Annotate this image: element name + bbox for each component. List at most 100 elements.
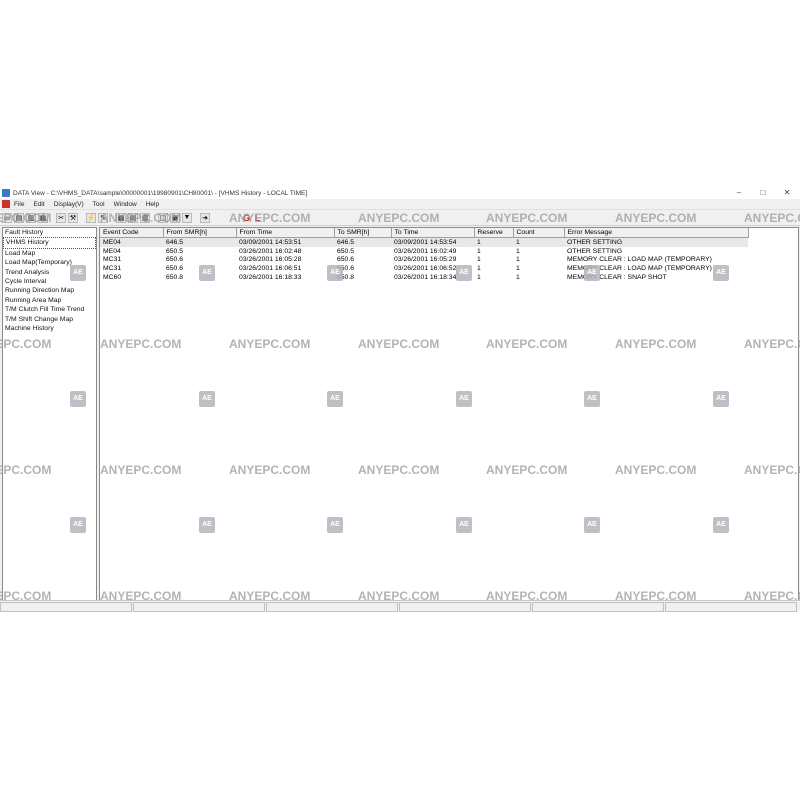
menu-display[interactable]: Display(V): [54, 201, 84, 208]
cell-reserve: 1: [477, 265, 481, 273]
menu-window[interactable]: Window: [114, 201, 137, 208]
menu-edit[interactable]: Edit: [33, 201, 44, 208]
cell-event-code: MC31: [103, 256, 122, 264]
nav-item-running-direction-map[interactable]: Running Direction Map: [3, 286, 96, 295]
cell-error-message: MEMORY CLEAR : SNAP SHOT: [567, 274, 667, 282]
table-header-row: Event Code From SMR[h] From Time To SMR[…: [100, 228, 749, 238]
cell-to-time: 03/26/2001 16:05:29: [394, 256, 457, 264]
item-list-panel: Fault History VHMS History Load Map Load…: [2, 227, 97, 601]
table-row[interactable]: MC31 650.6 03/26/2001 16:06:51 650.6 03/…: [100, 264, 748, 273]
column-header-from-smr[interactable]: From SMR[h]: [163, 228, 237, 238]
cell-event-code: ME04: [100, 237, 163, 247]
menu-tool[interactable]: Tool: [93, 201, 105, 208]
grid-icon[interactable]: ▦: [116, 212, 126, 223]
status-cell: [133, 602, 265, 612]
cell-count: 1: [516, 274, 520, 282]
toolbar: ▭ ▤ ▥ ▦ ✂ ⚒ ⚡ ✎ ▦ ▤ ▥ ▢ ▣ ▼ ➜ G L: [0, 209, 800, 226]
cell-reserve: 1: [474, 237, 513, 247]
pin-icon[interactable]: ✎: [98, 212, 108, 223]
cell-error-message: MEMORY CLEAR : LOAD MAP (TEMPORARY): [567, 265, 712, 273]
cell-reserve: 1: [477, 256, 481, 264]
window-title: DATA View - C:\VHMS_DATA\sample\00000001…: [13, 189, 308, 197]
nav-item-trend-analysis[interactable]: Trend Analysis: [3, 268, 96, 277]
nav-item-running-area-map[interactable]: Running Area Map: [3, 296, 96, 305]
nav-item-cycle-interval[interactable]: Cycle Interval: [3, 277, 96, 286]
cell-reserve: 1: [477, 274, 481, 282]
column-header-from-time[interactable]: From Time: [236, 228, 335, 238]
save-icon[interactable]: ▦: [38, 212, 48, 223]
cell-event-code: MC31: [103, 265, 122, 273]
cell-from-time: 03/26/2001 16:02:48: [239, 247, 302, 255]
cell-to-smr: 650.5: [337, 247, 355, 255]
table-icon[interactable]: ▤: [128, 212, 138, 223]
history-table: Event Code From SMR[h] From Time To SMR[…: [100, 228, 749, 282]
cut-icon[interactable]: ✂: [56, 212, 66, 223]
cell-count: 1: [516, 247, 520, 255]
menu-help[interactable]: Help: [146, 201, 159, 208]
column-header-to-time[interactable]: To Time: [391, 228, 475, 238]
cell-reserve: 1: [477, 247, 481, 255]
status-cell: [399, 602, 531, 612]
cell-event-code: MC60: [103, 274, 122, 282]
cell-from-smr: 650.6: [166, 265, 184, 273]
print-preview-icon[interactable]: ▥: [26, 212, 36, 223]
nav-item-fault-history[interactable]: Fault History: [3, 228, 96, 237]
minimize-button[interactable]: –: [728, 187, 750, 199]
column-header-count[interactable]: Count: [513, 228, 565, 238]
cascade-icon[interactable]: ▣: [170, 212, 180, 223]
chart-icon[interactable]: ▥: [140, 212, 150, 223]
document-icon[interactable]: [2, 200, 10, 208]
cell-error-message: OTHER SETTING: [564, 237, 748, 247]
column-header-event-code[interactable]: Event Code: [100, 228, 164, 238]
local-time-button[interactable]: L: [253, 213, 262, 223]
cell-from-smr: 650.5: [166, 247, 184, 255]
nav-item-tm-clutch-fill-time-trend[interactable]: T/M Clutch Fill Time Trend: [3, 305, 96, 314]
status-cell: [665, 602, 797, 612]
nav-item-machine-history[interactable]: Machine History: [3, 324, 96, 333]
close-button[interactable]: ✕: [776, 187, 798, 199]
window-icon[interactable]: ▢: [158, 212, 168, 223]
cell-count: 1: [516, 265, 520, 273]
status-cell: [266, 602, 398, 612]
cell-from-smr: 646.5: [163, 237, 236, 247]
nav-item-tm-shift-change-map[interactable]: T/M Shift Change Map: [3, 315, 96, 324]
title-bar: DATA View - C:\VHMS_DATA\sample\00000001…: [0, 187, 800, 199]
cell-to-time: 03/09/2001 14:53:54: [391, 237, 474, 247]
column-header-reserve[interactable]: Reserve: [474, 228, 514, 238]
column-header-to-smr[interactable]: To SMR[h]: [334, 228, 392, 238]
lightning-icon[interactable]: ⚡: [86, 212, 96, 223]
cell-error-message: OTHER SETTING: [567, 247, 623, 255]
nav-item-load-map-temporary[interactable]: Load Map(Temporary): [3, 258, 96, 267]
app-icon: [2, 189, 10, 197]
maximize-button[interactable]: □: [752, 187, 774, 199]
cell-from-time: 03/26/2001 16:05:28: [239, 256, 302, 264]
cell-to-smr: 650.6: [337, 265, 355, 273]
cell-to-smr: 650.6: [337, 256, 355, 264]
menu-bar: File Edit Display(V) Tool Window Help: [0, 199, 800, 209]
global-time-button[interactable]: G: [242, 213, 251, 223]
cell-count: 1: [513, 237, 564, 247]
data-view-window: DATA View - C:\VHMS_DATA\sample\00000001…: [0, 187, 800, 612]
table-row[interactable]: MC60 650.8 03/26/2001 16:18:33 650.8 03/…: [100, 273, 748, 282]
cell-event-code: ME04: [103, 247, 121, 255]
table-row[interactable]: ME04 650.5 03/26/2001 16:02:48 650.5 03/…: [100, 247, 748, 256]
filter-icon[interactable]: ▼: [182, 212, 192, 223]
cell-from-time: 03/26/2001 16:06:51: [239, 265, 302, 273]
cell-from-time: 03/09/2001 14:53:51: [236, 237, 334, 247]
cell-from-smr: 650.6: [166, 256, 184, 264]
status-cell: [0, 602, 132, 612]
table-row[interactable]: ME04 646.5 03/09/2001 14:53:51 646.5 03/…: [100, 237, 748, 247]
nav-item-vhms-history[interactable]: VHMS History: [3, 237, 96, 249]
menu-file[interactable]: File: [14, 201, 24, 208]
print-icon[interactable]: ▤: [14, 212, 24, 223]
exit-icon[interactable]: ➜: [200, 212, 210, 223]
status-cell: [532, 602, 664, 612]
status-bar: [0, 600, 800, 612]
open-folder-icon[interactable]: ▭: [2, 212, 12, 223]
column-header-error-message[interactable]: Error Message: [564, 228, 749, 238]
cell-from-smr: 650.8: [166, 274, 184, 282]
table-row[interactable]: MC31 650.6 03/26/2001 16:05:28 650.6 03/…: [100, 256, 748, 265]
tool-icon[interactable]: ⚒: [68, 212, 78, 223]
cell-from-time: 03/26/2001 16:18:33: [239, 274, 302, 282]
nav-item-load-map[interactable]: Load Map: [3, 249, 96, 258]
